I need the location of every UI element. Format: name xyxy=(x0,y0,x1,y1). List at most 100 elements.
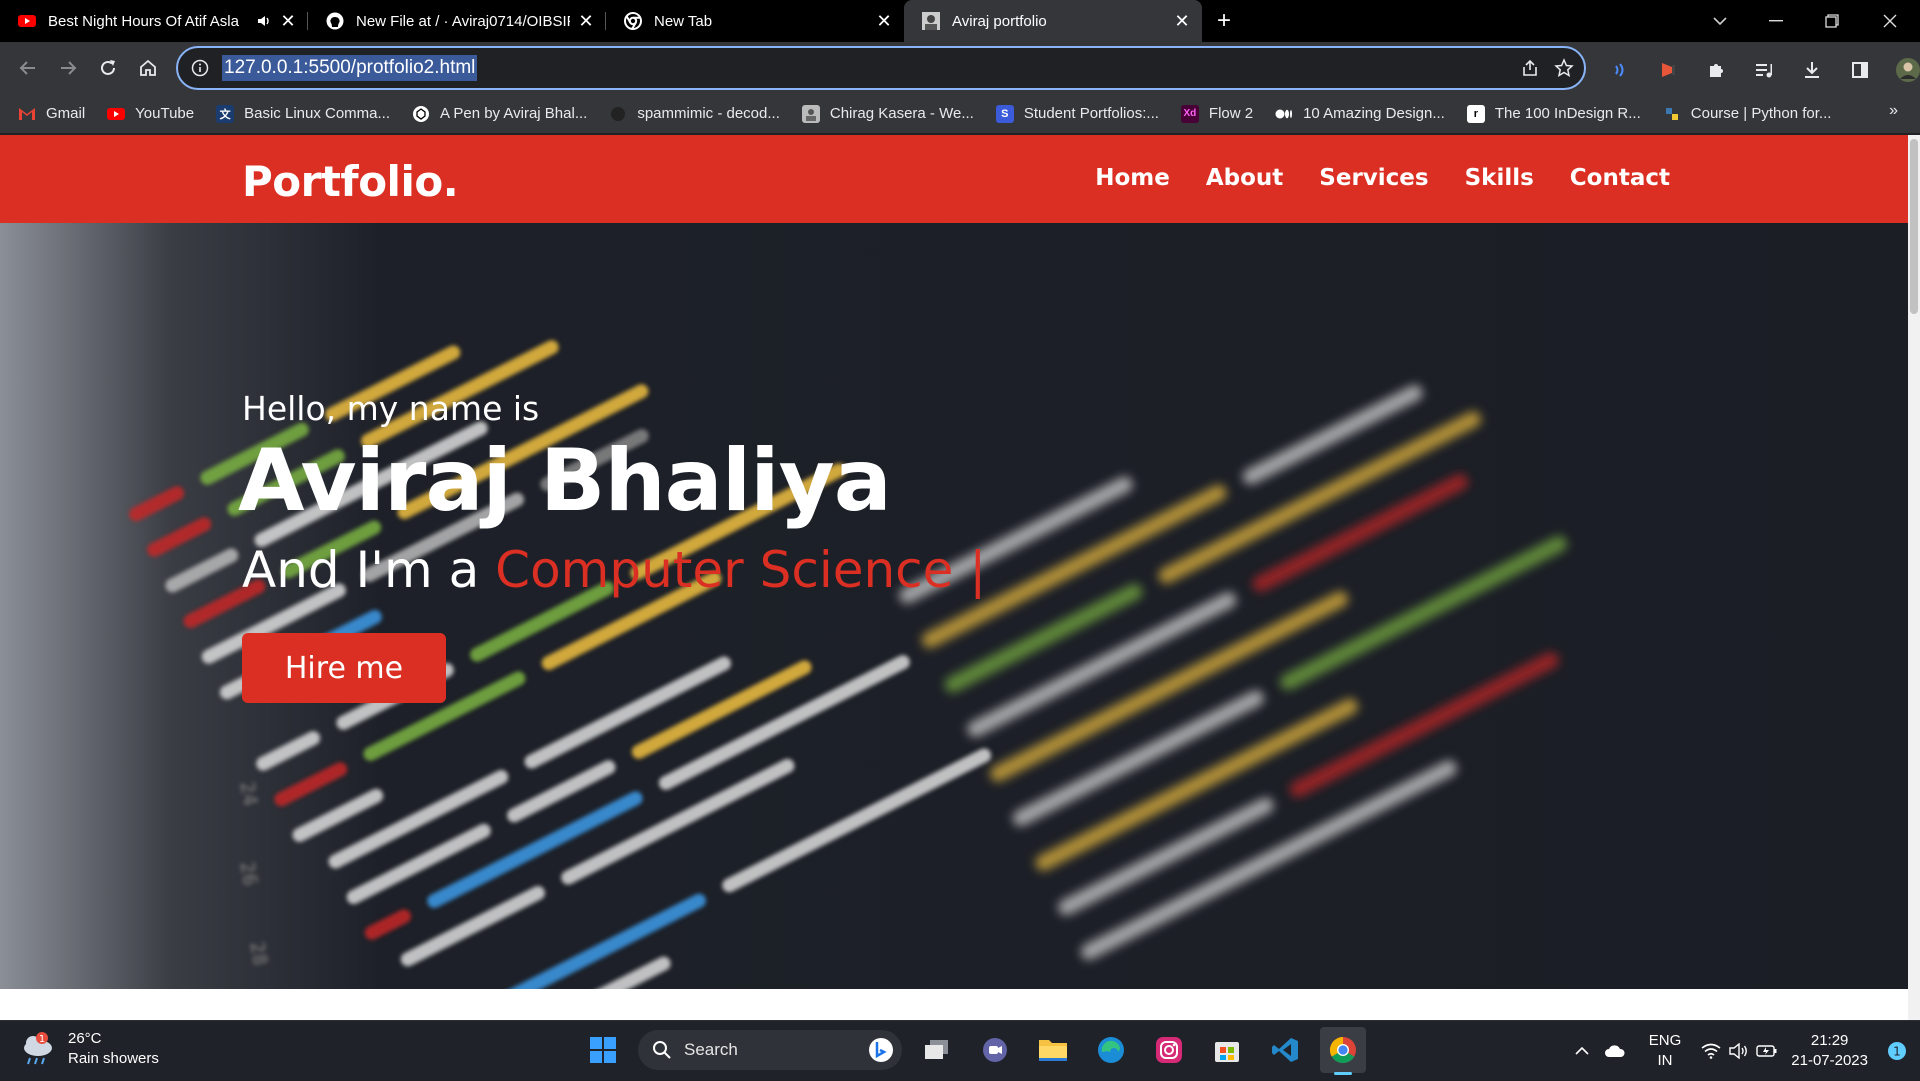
translate-icon: 文 xyxy=(216,104,235,123)
bookmark-codepen[interactable]: A Pen by Aviraj Bhal... xyxy=(412,105,587,123)
puzzle-icon[interactable] xyxy=(1696,50,1736,90)
bookmark-label: Flow 2 xyxy=(1208,105,1254,122)
extensions-area xyxy=(1600,50,1920,90)
onedrive-icon[interactable] xyxy=(1597,1028,1633,1074)
tab-portfolio[interactable]: Aviraj portfolio ✕ xyxy=(904,0,1202,42)
bookmark-python[interactable]: Course | Python for... xyxy=(1663,105,1831,123)
extension-icon[interactable] xyxy=(1648,50,1688,90)
side-panel-icon[interactable] xyxy=(1840,50,1880,90)
s-icon: S xyxy=(995,104,1014,123)
bookmark-linux[interactable]: 文 Basic Linux Comma... xyxy=(216,104,390,123)
close-tab-icon[interactable]: ✕ xyxy=(576,11,596,31)
windows-start-icon[interactable] xyxy=(580,1027,626,1073)
tab-newtab[interactable]: New Tab ✕ xyxy=(606,0,904,42)
svg-text:26: 26 xyxy=(235,860,263,888)
nav-services[interactable]: Services xyxy=(1319,165,1428,191)
notification-badge[interactable]: 1 xyxy=(1882,1028,1912,1074)
site-nav-menu: Home About Services Skills Contact xyxy=(1095,165,1670,191)
show-hidden-icons[interactable] xyxy=(1567,1028,1597,1074)
chrome-taskbar-icon[interactable] xyxy=(1320,1027,1366,1075)
weather-badge: 1 xyxy=(39,1034,45,1045)
media-control-icon[interactable] xyxy=(1744,50,1784,90)
new-tab-button[interactable]: + xyxy=(1206,0,1242,42)
python-icon xyxy=(1663,105,1681,123)
file-explorer-icon[interactable] xyxy=(1030,1027,1076,1073)
bookmarks-bar: Gmail YouTube 文 Basic Linux Comma... A P… xyxy=(0,94,1920,134)
spam-icon xyxy=(609,105,627,123)
svg-text:24: 24 xyxy=(235,780,263,808)
search-icon xyxy=(653,1041,671,1059)
page-scrollbar[interactable] xyxy=(1908,135,1920,1020)
bookmark-flow[interactable]: Xd Flow 2 xyxy=(1180,104,1254,123)
wifi-icon[interactable] xyxy=(1697,1028,1725,1074)
bookmark-student[interactable]: S Student Portfolios:... xyxy=(995,104,1159,123)
role-highlight: Computer Science | xyxy=(495,541,987,599)
read-aloud-icon[interactable] xyxy=(1600,50,1640,90)
bookmark-indesign[interactable]: r The 100 InDesign R... xyxy=(1466,104,1641,123)
close-window-icon[interactable] xyxy=(1870,0,1910,42)
bookmark-spammimic[interactable]: spammimic - decod... xyxy=(609,105,780,123)
tab-search-icon[interactable] xyxy=(1700,0,1740,42)
region-code: IN xyxy=(1657,1052,1673,1069)
address-bar[interactable]: 127.0.0.1:5500/protfolio2.html xyxy=(176,46,1586,90)
bookmark-gmail[interactable]: Gmail xyxy=(18,105,85,123)
system-tray: ENG IN 21:29 21-07-2023 1 xyxy=(1567,1021,1920,1081)
url-text[interactable]: 127.0.0.1:5500/protfolio2.html xyxy=(222,55,478,81)
task-view-icon[interactable] xyxy=(914,1027,960,1073)
back-icon[interactable] xyxy=(8,48,48,88)
profile-avatar-icon[interactable] xyxy=(1888,50,1920,90)
close-tab-icon[interactable]: ✕ xyxy=(1172,11,1192,31)
hero-greeting: Hello, my name is xyxy=(242,389,540,428)
minimize-icon[interactable] xyxy=(1756,0,1796,42)
bookmark-label: The 100 InDesign R... xyxy=(1494,105,1641,122)
language-indicator[interactable]: ENG IN xyxy=(1649,1031,1682,1071)
vscode-icon[interactable] xyxy=(1262,1027,1308,1073)
weather-widget[interactable]: 1 26°C Rain showers xyxy=(20,1029,159,1069)
clock[interactable]: 21:29 21-07-2023 xyxy=(1791,1031,1868,1071)
hire-me-button[interactable]: Hire me xyxy=(242,633,446,703)
more-bookmarks-icon[interactable]: » xyxy=(1889,102,1898,120)
web-page: Portfolio. Home About Services Skills Co… xyxy=(0,135,1908,1020)
volume-icon[interactable] xyxy=(1725,1028,1753,1074)
download-icon[interactable] xyxy=(1792,50,1832,90)
forward-icon[interactable] xyxy=(48,48,88,88)
close-tab-icon[interactable]: ✕ xyxy=(278,11,298,31)
nav-about[interactable]: About xyxy=(1206,165,1283,191)
teams-chat-icon[interactable] xyxy=(972,1027,1018,1073)
restore-icon[interactable] xyxy=(1812,0,1852,42)
microsoft-store-icon[interactable] xyxy=(1204,1027,1250,1073)
tab-github[interactable]: New File at / · Aviraj0714/OIBSIP ✕ xyxy=(308,0,606,42)
hero-background-image: 24 26 28 xyxy=(0,223,1908,989)
edge-icon[interactable] xyxy=(1088,1027,1134,1073)
home-icon[interactable] xyxy=(128,48,168,88)
bookmark-youtube[interactable]: YouTube xyxy=(107,105,194,123)
nav-home[interactable]: Home xyxy=(1095,165,1170,191)
nav-contact[interactable]: Contact xyxy=(1570,165,1670,191)
nav-skills[interactable]: Skills xyxy=(1465,165,1534,191)
site-logo[interactable]: Portfolio. xyxy=(242,157,459,206)
scrollbar-thumb[interactable] xyxy=(1910,139,1918,314)
chrome-icon xyxy=(624,12,642,30)
bookmark-chirag[interactable]: Chirag Kasera - We... xyxy=(801,104,974,123)
taskbar-search[interactable]: Search xyxy=(638,1030,902,1070)
taskbar-apps: Search xyxy=(580,1027,1366,1075)
battery-icon[interactable] xyxy=(1753,1028,1781,1074)
tab-title: New File at / · Aviraj0714/OIBSIP xyxy=(356,12,570,30)
bookmark-star-icon[interactable] xyxy=(1554,58,1574,78)
tab-youtube[interactable]: Best Night Hours Of Atif Asla ✕ xyxy=(0,0,308,42)
bookmark-label: A Pen by Aviraj Bhal... xyxy=(440,105,588,122)
browser-toolbar: 127.0.0.1:5500/protfolio2.html xyxy=(0,42,1920,94)
speaker-icon[interactable] xyxy=(256,13,272,29)
bookmark-label: Gmail xyxy=(46,105,86,122)
windows-taskbar: 1 26°C Rain showers Search ENG IN 21:29 … xyxy=(0,1020,1920,1080)
tab-title: New Tab xyxy=(654,12,713,30)
notification-count: 1 xyxy=(1893,1045,1901,1059)
site-info-icon[interactable] xyxy=(178,59,222,77)
close-tab-icon[interactable]: ✕ xyxy=(874,11,894,31)
share-icon[interactable] xyxy=(1520,58,1540,78)
bookmark-medium[interactable]: 10 Amazing Design... xyxy=(1275,105,1445,123)
reload-icon[interactable] xyxy=(88,48,128,88)
instagram-icon[interactable] xyxy=(1146,1027,1192,1073)
profile-icon xyxy=(801,104,820,123)
bing-icon xyxy=(869,1038,893,1062)
